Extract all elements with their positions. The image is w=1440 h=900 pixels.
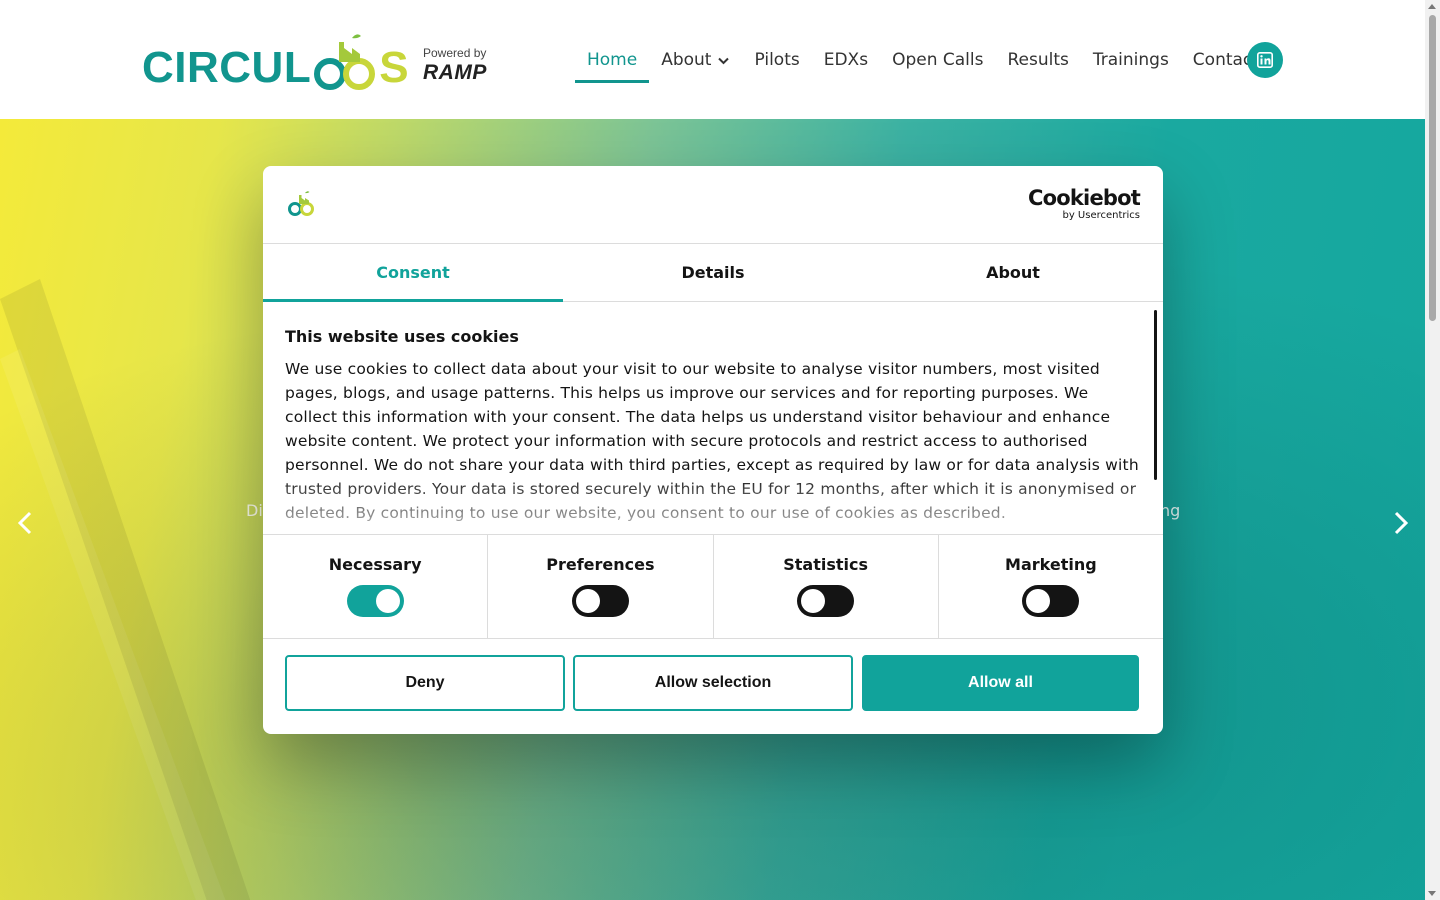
necessary-switch[interactable]: [346, 585, 404, 617]
ramp-logo[interactable]: RAMP: [423, 61, 487, 85]
consent-body[interactable]: This website uses cookies We use cookies…: [263, 302, 1163, 534]
cookie-category-toggles: Necessary Preferences Statistics Marketi…: [263, 534, 1163, 639]
deny-button[interactable]: Deny: [285, 655, 565, 711]
toggle-marketing: Marketing: [939, 535, 1163, 638]
nav-open-calls[interactable]: Open Calls: [880, 40, 995, 80]
toggle-statistics-label: Statistics: [783, 555, 868, 574]
cookiebot-name: Cookiebot: [1028, 186, 1141, 210]
nav-about-label: About: [661, 50, 712, 70]
hero-caption-left: Di: [246, 501, 263, 520]
circuloos-logo[interactable]: CIRCUL S: [142, 32, 409, 90]
cookie-consent-dialog: Cookiebot by Usercentrics Consent Detail…: [263, 166, 1163, 734]
allow-selection-button[interactable]: Allow selection: [573, 655, 853, 711]
toggle-statistics: Statistics: [714, 535, 939, 638]
linkedin-button[interactable]: [1247, 42, 1283, 78]
switch-knob: [575, 589, 600, 613]
scroll-up-arrow[interactable]: [1428, 4, 1436, 9]
toggle-necessary: Necessary: [263, 535, 489, 638]
powered-by-block: Powered by RAMP: [423, 46, 487, 85]
hero-caption-right: ng: [1160, 501, 1181, 520]
logo-factory-icon: [312, 34, 378, 90]
nav-edxs[interactable]: EDXs: [812, 40, 880, 80]
tab-about[interactable]: About: [863, 244, 1163, 301]
statistics-switch[interactable]: [797, 585, 855, 617]
tab-details[interactable]: Details: [563, 244, 863, 301]
powered-by-label: Powered by: [423, 46, 487, 60]
toggle-marketing-label: Marketing: [1005, 555, 1097, 574]
main-nav: Home About Pilots EDXs Open Calls Result…: [575, 40, 1271, 84]
chevron-down-icon: [718, 57, 730, 64]
preferences-switch[interactable]: [571, 585, 629, 617]
switch-knob: [1026, 589, 1051, 613]
nav-about[interactable]: About: [649, 40, 742, 80]
nav-trainings[interactable]: Trainings: [1081, 40, 1181, 80]
nav-home[interactable]: Home: [575, 40, 650, 83]
allow-all-button[interactable]: Allow all: [862, 655, 1139, 711]
scroll-down-arrow[interactable]: [1428, 891, 1436, 896]
logo-text-part1: CIRCUL: [142, 43, 312, 92]
cookiebot-byline: by Usercentrics: [1062, 210, 1140, 221]
linkedin-icon: [1257, 52, 1273, 68]
switch-knob: [375, 589, 400, 613]
logo-text-part2: S: [379, 43, 410, 92]
site-header: CIRCUL S Powered by RAMP Home About Pilo…: [0, 0, 1425, 119]
dialog-header: Cookiebot by Usercentrics: [263, 166, 1163, 244]
dialog-tabs: Consent Details About: [263, 244, 1163, 302]
site-logo-icon: [288, 191, 314, 216]
nav-results[interactable]: Results: [995, 40, 1080, 80]
toggle-preferences: Preferences: [488, 535, 714, 638]
consent-title: This website uses cookies: [285, 327, 519, 346]
switch-knob: [801, 589, 826, 613]
tab-consent[interactable]: Consent: [263, 244, 563, 302]
chevron-left-icon[interactable]: [12, 509, 40, 537]
nav-pilots[interactable]: Pilots: [742, 40, 811, 80]
consent-body-scrollbar[interactable]: [1154, 310, 1157, 480]
chevron-right-icon[interactable]: [1386, 509, 1414, 537]
logo-wordmark: CIRCUL S: [142, 34, 410, 92]
page-scrollbar[interactable]: [1425, 0, 1440, 900]
scroll-thumb[interactable]: [1429, 15, 1436, 321]
dialog-buttons: Deny Allow selection Allow all: [263, 639, 1163, 711]
body-fade-overlay: [263, 474, 1163, 534]
cookiebot-logo[interactable]: Cookiebot by Usercentrics: [1028, 186, 1141, 222]
marketing-switch[interactable]: [1022, 585, 1080, 617]
toggle-necessary-label: Necessary: [328, 555, 422, 574]
toggle-preferences-label: Preferences: [546, 555, 655, 574]
